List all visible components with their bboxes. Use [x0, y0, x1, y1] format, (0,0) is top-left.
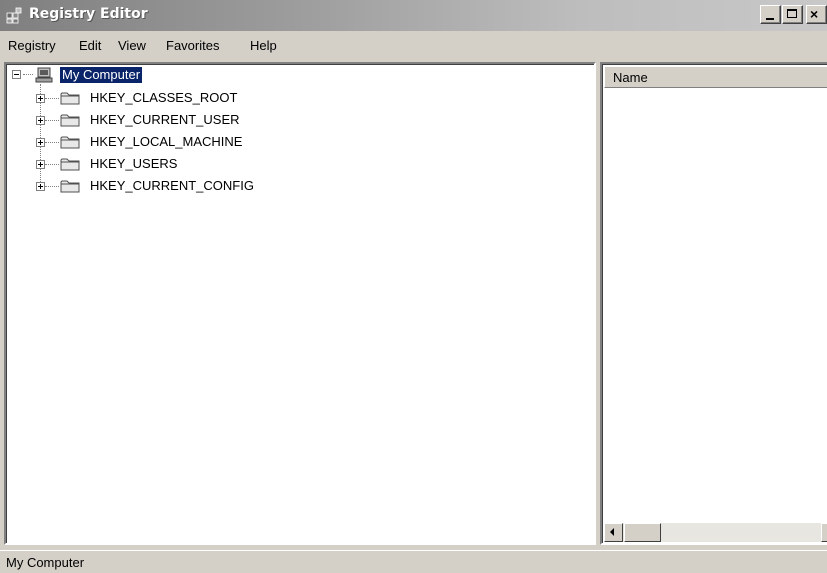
tree-connector [45, 120, 59, 122]
status-bar: My Computer [0, 550, 827, 573]
scroll-thumb[interactable] [624, 523, 661, 542]
tree-node-label: HKEY_CURRENT_USER [90, 112, 240, 127]
tree-node-hkey-current-user[interactable]: HKEY_CURRENT_USER [6, 110, 306, 130]
tree-node-label: HKEY_USERS [90, 156, 178, 171]
tree-node-hkey-users[interactable]: HKEY_USERS [6, 154, 306, 174]
folder-icon [60, 114, 80, 127]
registry-tree-pane[interactable]: My Computer HKEY_CLASSES_ROOT HKEY_CURRE… [4, 62, 596, 545]
folder-icon [60, 158, 80, 171]
menu-view[interactable]: View [118, 38, 146, 53]
tree-connector [45, 98, 59, 100]
window-title: Registry Editor [29, 6, 148, 22]
minimize-icon [766, 18, 774, 20]
expand-icon[interactable] [36, 160, 45, 169]
tree-connector [45, 186, 59, 188]
values-list-pane[interactable]: Name [600, 62, 827, 545]
computer-icon [35, 67, 53, 83]
tree-node-my-computer[interactable]: My Computer [6, 65, 206, 85]
registry-app-icon [6, 7, 22, 24]
folder-icon [60, 136, 80, 149]
tree-node-label: HKEY_CURRENT_CONFIG [90, 178, 254, 193]
tree-connector [45, 164, 59, 166]
folder-icon [60, 92, 80, 105]
arrow-left-icon [610, 528, 614, 536]
menu-help[interactable]: Help [250, 38, 277, 53]
menu-bar: Registry Edit View Favorites Help [0, 31, 827, 59]
tree-node-label: HKEY_CLASSES_ROOT [90, 90, 238, 105]
expand-icon[interactable] [36, 94, 45, 103]
menu-registry[interactable]: Registry [8, 38, 56, 53]
tree-node-hkey-classes-root[interactable]: HKEY_CLASSES_ROOT [6, 88, 306, 108]
expand-icon[interactable] [36, 138, 45, 147]
tree-node-hkey-local-machine[interactable]: HKEY_LOCAL_MACHINE [6, 132, 306, 152]
expand-icon[interactable] [36, 182, 45, 191]
horizontal-scrollbar[interactable] [604, 523, 827, 542]
maximize-icon [787, 9, 797, 18]
scroll-right-button[interactable] [821, 523, 827, 542]
title-bar[interactable]: Registry Editor × [0, 0, 827, 31]
collapse-icon[interactable] [12, 70, 21, 79]
tree-node-label: HKEY_LOCAL_MACHINE [90, 134, 243, 149]
menu-edit[interactable]: Edit [79, 38, 101, 53]
column-header-name[interactable]: Name [604, 66, 827, 88]
menu-favorites[interactable]: Favorites [166, 38, 219, 53]
tree-node-label-selected: My Computer [60, 67, 143, 83]
minimize-button[interactable] [760, 5, 781, 24]
close-button[interactable]: × [806, 5, 827, 24]
tree-node-hkey-current-config[interactable]: HKEY_CURRENT_CONFIG [6, 176, 306, 196]
folder-icon [60, 180, 80, 193]
status-text: My Computer [6, 555, 85, 570]
maximize-button[interactable] [782, 5, 803, 24]
close-icon: × [810, 6, 819, 22]
tree-connector [45, 142, 59, 144]
scroll-left-button[interactable] [604, 523, 623, 542]
expand-icon[interactable] [36, 116, 45, 125]
